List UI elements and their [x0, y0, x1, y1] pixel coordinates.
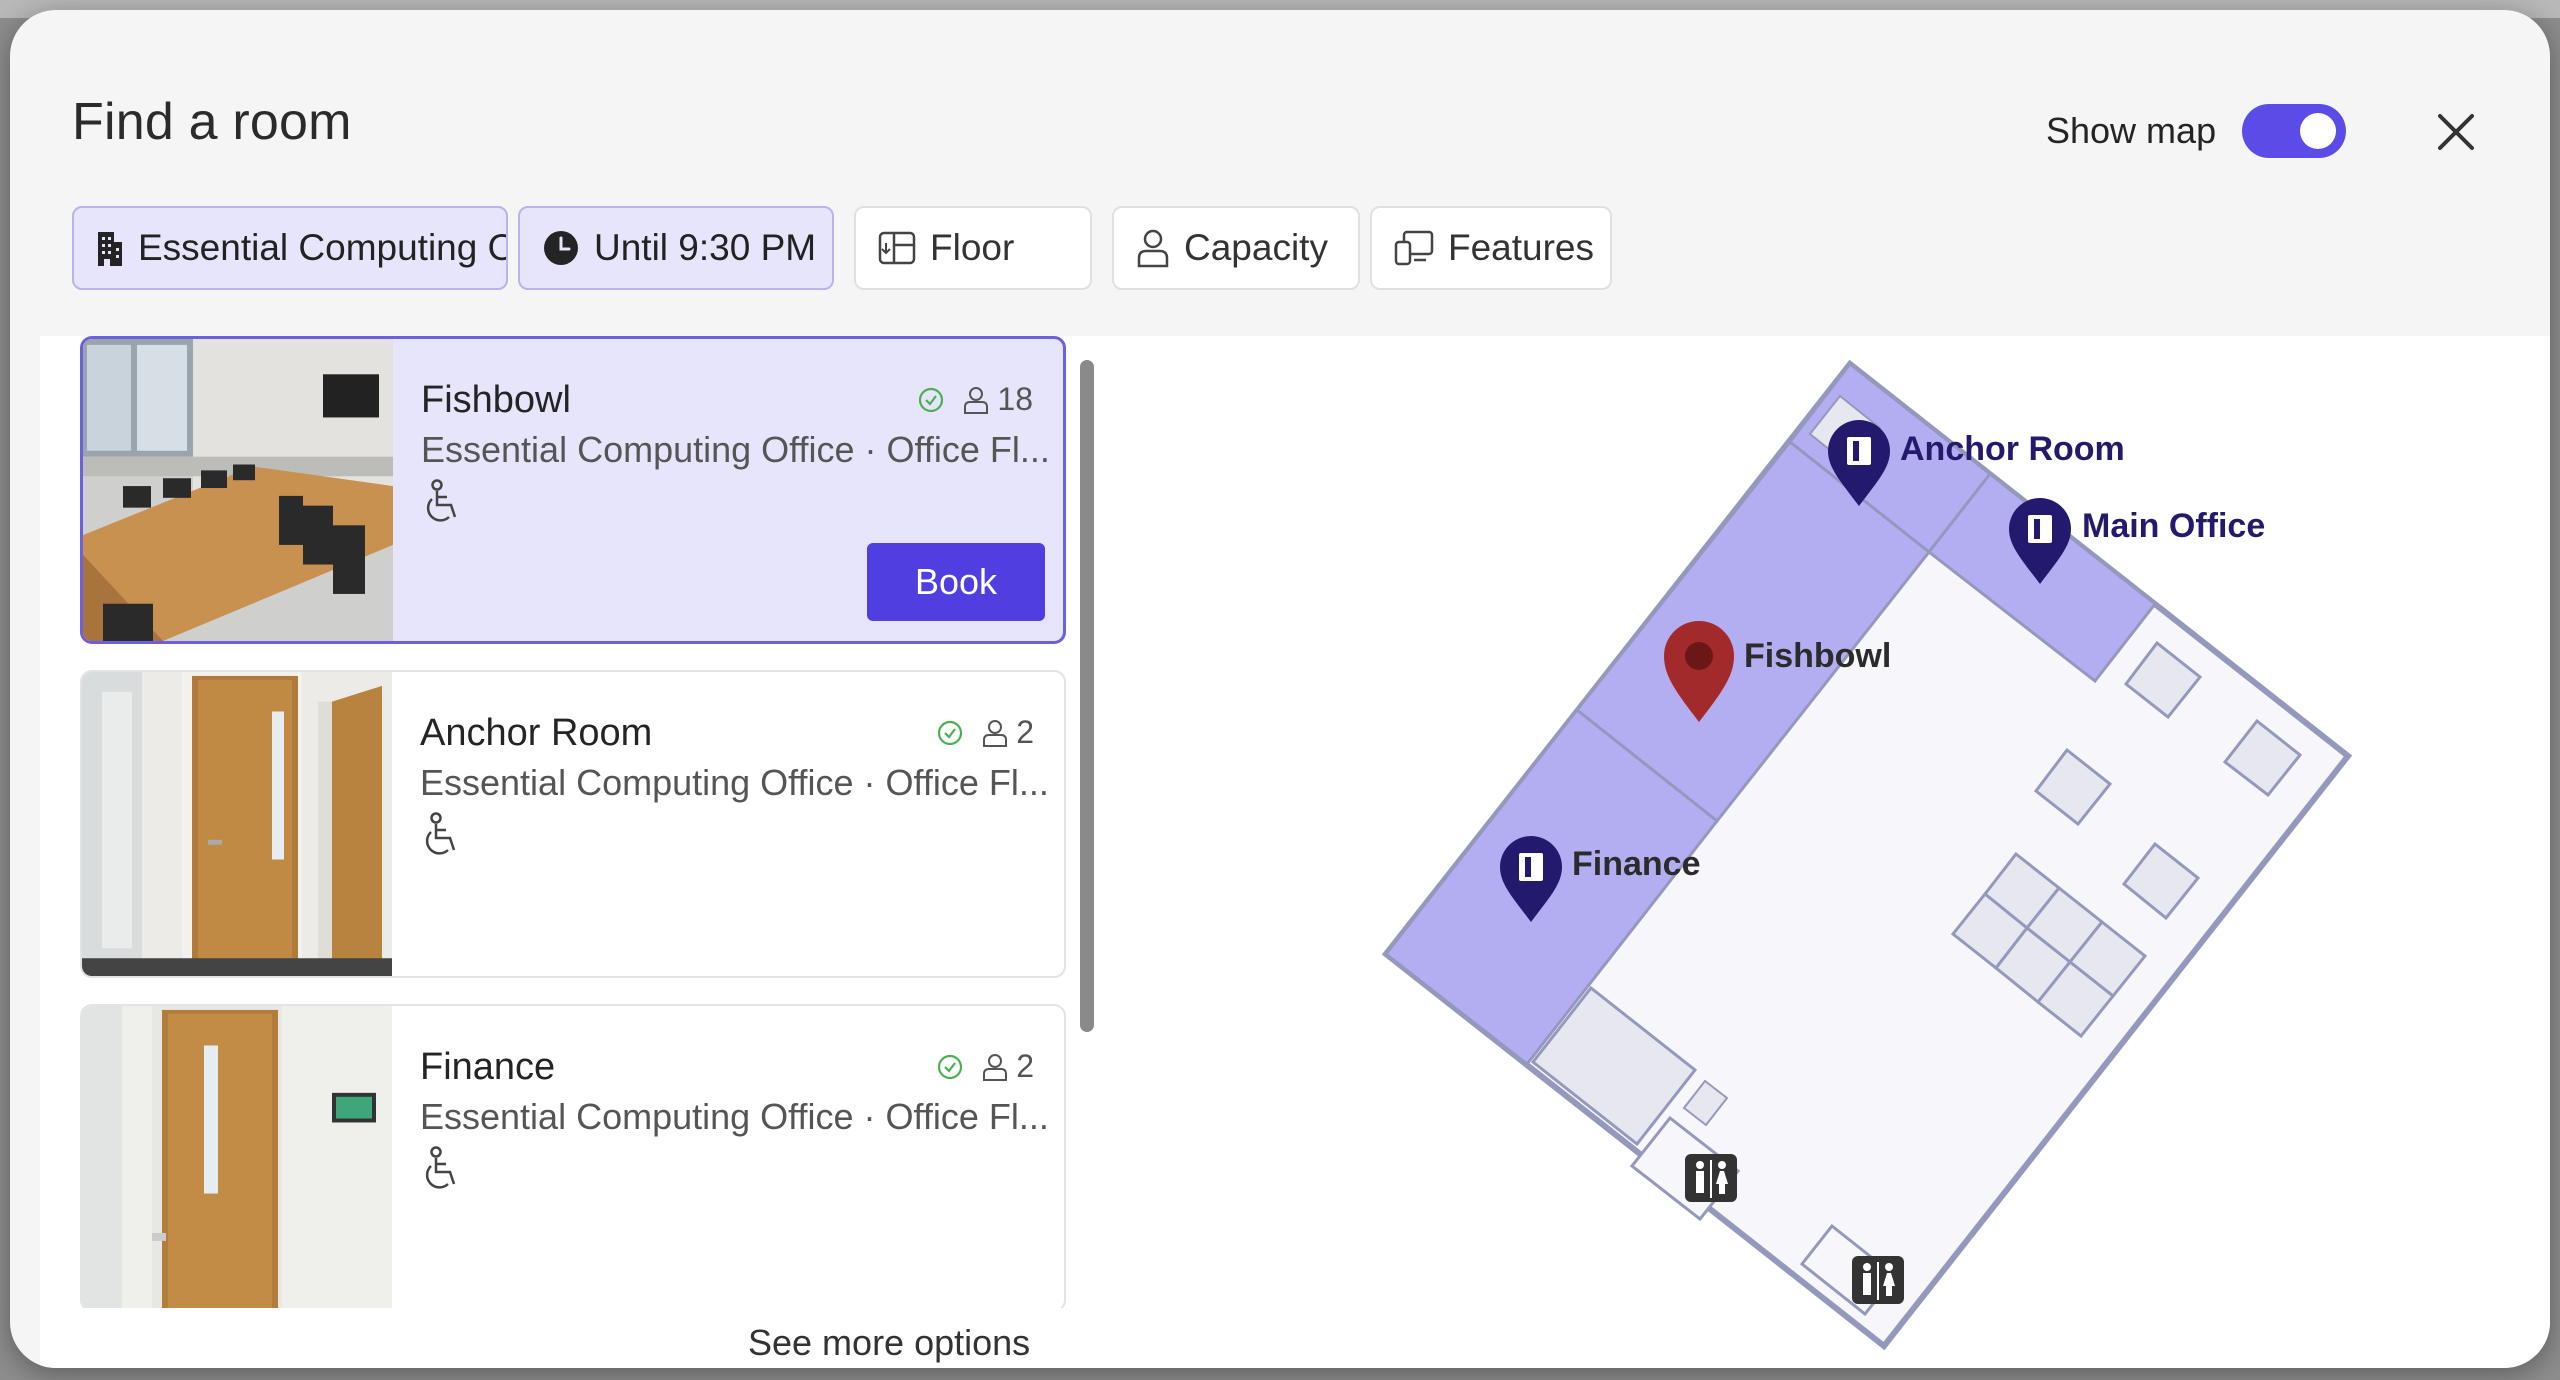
- see-more-options-link[interactable]: See more options: [748, 1322, 1030, 1364]
- map-pin-main-office[interactable]: Main Office: [2009, 498, 2265, 584]
- room-name: Anchor Room: [420, 712, 653, 754]
- show-map-label: Show map: [2046, 110, 2217, 151]
- person-icon: [1137, 229, 1169, 268]
- clock-icon: [544, 231, 578, 265]
- available-check-icon: [919, 387, 944, 412]
- building-filter-label: Essential Computing Office: [138, 227, 506, 268]
- floor-filter[interactable]: Floor: [854, 206, 1092, 290]
- room-capacity: 2: [936, 714, 1034, 751]
- person-icon: [983, 1053, 1008, 1081]
- room-name: Fishbowl: [421, 379, 571, 421]
- building-icon: [98, 232, 122, 266]
- map-label-fishbowl: Fishbowl: [1744, 637, 1891, 675]
- map-label-main-office: Main Office: [2082, 507, 2265, 545]
- floor-filter-label: Floor: [930, 227, 1015, 268]
- room-location: Essential Computing Office · Office Fl..…: [421, 429, 1050, 470]
- building-filter[interactable]: Essential Computing Office: [72, 206, 508, 290]
- find-room-dialog: Find a room Show map Essential Computing…: [10, 10, 2550, 1368]
- toggle-knob: [2300, 113, 2336, 149]
- room-photo-fishbowl: [83, 339, 393, 641]
- features-filter[interactable]: Features: [1370, 206, 1612, 290]
- room-location: Essential Computing Office · Office Fl..…: [420, 762, 1049, 803]
- time-filter-label: Until 9:30 PM: [594, 227, 817, 268]
- person-icon: [983, 719, 1008, 747]
- capacity-count: 18: [997, 381, 1033, 417]
- room-capacity: 2: [936, 1048, 1034, 1085]
- time-filter[interactable]: Until 9:30 PM: [518, 206, 834, 290]
- map-label-anchor-room: Anchor Room: [1900, 430, 2125, 468]
- list-scrollbar[interactable]: [1080, 360, 1094, 1032]
- accessible-icon: [425, 812, 456, 855]
- features-filter-label: Features: [1448, 227, 1595, 268]
- room-list: Fishbowl 18 Essential Computing Office ·…: [70, 336, 1070, 1308]
- floor-map[interactable]: Anchor Room Main Office Fishbowl Finance: [1110, 336, 2550, 1368]
- restroom-icon: [1685, 1154, 1737, 1202]
- room-location: Essential Computing Office · Office Fl..…: [420, 1096, 1049, 1137]
- room-capacity: 18: [917, 381, 1033, 418]
- room-card-finance[interactable]: Finance 2 Essential Computing Office · O…: [80, 1004, 1066, 1308]
- accessible-icon: [426, 479, 457, 522]
- capacity-filter-label: Capacity: [1184, 227, 1328, 268]
- room-card-anchor-room[interactable]: Anchor Room 2 Essential Computing Office…: [80, 670, 1066, 978]
- available-check-icon: [938, 720, 963, 745]
- capacity-count: 2: [1016, 714, 1034, 750]
- dialog-title: Find a room: [72, 93, 352, 151]
- room-card-fishbowl[interactable]: Fishbowl 18 Essential Computing Office ·…: [80, 336, 1066, 644]
- accessible-icon: [425, 1146, 456, 1189]
- close-button[interactable]: [2426, 102, 2486, 162]
- features-icon: [1394, 230, 1434, 266]
- restroom-icon: [1852, 1256, 1904, 1304]
- room-name: Finance: [420, 1046, 556, 1088]
- available-check-icon: [938, 1054, 963, 1079]
- close-icon: [2438, 114, 2474, 150]
- room-photo-finance: [82, 1006, 392, 1308]
- floor-plan-icon: [878, 231, 916, 265]
- show-map-toggle[interactable]: [2242, 104, 2346, 158]
- book-button[interactable]: Book: [867, 543, 1045, 621]
- capacity-count: 2: [1016, 1048, 1034, 1084]
- room-photo-anchor-room: [82, 672, 392, 976]
- person-icon: [964, 386, 989, 414]
- capacity-filter[interactable]: Capacity: [1112, 206, 1360, 290]
- map-label-finance: Finance: [1572, 845, 1700, 883]
